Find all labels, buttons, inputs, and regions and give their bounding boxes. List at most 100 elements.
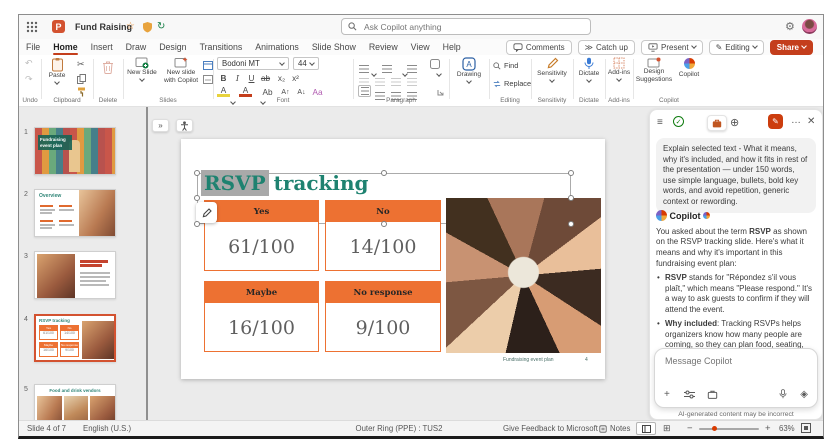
tab-transitions[interactable]: Transitions xyxy=(200,42,243,52)
slide-canvas[interactable]: RSVPtracking Yes 61/100 No 14/100 Maybe … xyxy=(181,139,605,379)
catch-up-button[interactable]: ≫ Catch up xyxy=(578,40,635,55)
highlight-color-icon[interactable]: A xyxy=(217,86,230,97)
rsvp-card-no[interactable]: No 14/100 xyxy=(325,200,441,271)
paragraph-dialog-launcher-icon[interactable] xyxy=(437,89,444,96)
font-name-combo[interactable]: Bodoni MT xyxy=(217,57,289,70)
tab-draw[interactable]: Draw xyxy=(126,42,147,52)
app-launcher-icon[interactable] xyxy=(26,21,38,33)
new-chat-icon[interactable]: ⊕ xyxy=(730,116,739,129)
slide-thumbnail-4-selected[interactable]: RSVP tracking Yes61/100 No14/100 Maybe16… xyxy=(34,314,116,362)
selection-handle[interactable] xyxy=(381,170,387,176)
delete-trash-icon[interactable] xyxy=(102,60,114,74)
selection-handle[interactable] xyxy=(194,195,200,201)
copilot-message-input-box[interactable]: + ◈ xyxy=(654,348,818,408)
language-indicator[interactable]: English (U.S.) xyxy=(83,424,131,433)
tab-home[interactable]: Home xyxy=(53,42,77,52)
document-title[interactable]: Fund Raising xyxy=(75,22,132,32)
rsvp-card-yes[interactable]: Yes 61/100 xyxy=(204,200,319,271)
format-painter-icon[interactable] xyxy=(77,87,86,97)
align-left-icon[interactable] xyxy=(358,85,371,97)
sensitivity-button[interactable]: Sensitivity xyxy=(533,57,571,86)
chevron-down-icon[interactable] xyxy=(436,71,442,77)
tab-view[interactable]: View xyxy=(411,42,430,52)
selected-text[interactable]: RSVP xyxy=(201,170,269,196)
comments-button[interactable]: Comments xyxy=(506,40,572,55)
slide-sorter-view-icon[interactable]: ⊞ xyxy=(663,423,671,434)
slide-title[interactable]: RSVPtracking xyxy=(201,171,369,195)
account-avatar[interactable] xyxy=(802,19,817,34)
share-button[interactable]: Share xyxy=(770,40,813,55)
copilot-message-input[interactable] xyxy=(663,355,811,367)
slide-layout-icon[interactable] xyxy=(203,61,213,70)
settings-gear-icon[interactable]: ⚙ xyxy=(785,20,795,33)
slide-thumbnail-3[interactable] xyxy=(34,251,116,299)
slide-thumbnail-5[interactable]: Food and drink vendors xyxy=(34,384,116,420)
cut-icon[interactable]: ✂ xyxy=(77,60,85,69)
notes-button[interactable]: Notes xyxy=(599,424,630,433)
zoom-in-button[interactable]: + xyxy=(765,423,771,434)
superscript-icon[interactable]: x² xyxy=(289,72,302,84)
zoom-out-button[interactable]: − xyxy=(687,423,693,434)
add-attachment-icon[interactable]: + xyxy=(664,389,670,400)
close-pane-icon[interactable]: ✕ xyxy=(807,116,815,127)
selection-handle[interactable] xyxy=(568,170,574,176)
undo-icon[interactable]: ↶ xyxy=(25,59,33,68)
options-sliders-icon[interactable] xyxy=(684,390,695,399)
tab-animations[interactable]: Animations xyxy=(255,42,299,52)
accessibility-checker-button[interactable] xyxy=(176,119,193,132)
dictate-button[interactable]: Dictate xyxy=(574,57,604,86)
slide-count-indicator[interactable]: Slide 4 of 7 xyxy=(27,424,66,433)
zoom-slider[interactable] xyxy=(699,428,759,430)
work-mode-briefcase-icon[interactable] xyxy=(707,390,718,399)
chat-menu-icon[interactable]: ≡ xyxy=(657,117,663,128)
subscript-icon[interactable]: x₂ xyxy=(275,72,288,84)
rsvp-card-maybe[interactable]: Maybe 16/100 xyxy=(204,281,319,352)
copy-icon[interactable] xyxy=(77,74,86,84)
find-button[interactable]: Find xyxy=(493,61,518,70)
underline-icon[interactable]: U xyxy=(245,72,258,84)
selection-handle[interactable] xyxy=(568,221,574,227)
tab-design[interactable]: Design xyxy=(159,42,186,52)
slide-thumbnail-2[interactable]: Overview xyxy=(34,189,116,237)
table-pen-button[interactable] xyxy=(196,202,217,223)
send-icon[interactable]: ◈ xyxy=(800,389,808,400)
new-slide-with-copilot-button[interactable]: New slide with Copilot xyxy=(161,57,201,85)
present-button[interactable]: Present xyxy=(641,40,703,55)
tab-review[interactable]: Review xyxy=(369,42,398,52)
work-tab[interactable] xyxy=(707,115,727,131)
fit-to-window-icon[interactable] xyxy=(801,423,811,433)
paste-button[interactable]: Paste xyxy=(44,57,70,88)
feedback-link[interactable]: Give Feedback to Microsoft xyxy=(503,424,598,433)
slide-thumbnail-1[interactable]: Fundraising event plan xyxy=(34,127,116,175)
zoom-slider-knob[interactable] xyxy=(712,426,717,431)
collapse-thumbnails-button[interactable]: » xyxy=(152,119,169,132)
redo-icon[interactable]: ↷ xyxy=(25,75,33,84)
text-direction-icon[interactable] xyxy=(430,59,440,69)
font-color-icon[interactable]: A xyxy=(239,86,252,97)
strikethrough-icon[interactable]: ab xyxy=(259,72,272,84)
tab-file[interactable]: File xyxy=(26,42,40,52)
panel-splitter[interactable] xyxy=(146,107,148,420)
selection-handle[interactable] xyxy=(568,195,574,201)
editing-mode-button[interactable]: ✎ Editing xyxy=(709,40,764,55)
microphone-icon[interactable] xyxy=(779,389,787,399)
replace-button[interactable]: Replace xyxy=(493,79,531,88)
tab-slide-show[interactable]: Slide Show xyxy=(312,42,356,52)
rsvp-card-no-response[interactable]: No response 9/100 xyxy=(325,281,441,352)
zoom-level[interactable]: 63% xyxy=(779,424,795,433)
more-options-icon[interactable]: … xyxy=(791,115,801,126)
reset-slide-icon[interactable] xyxy=(203,75,213,84)
font-size-combo[interactable]: 44 xyxy=(293,57,319,70)
selection-handle[interactable] xyxy=(194,170,200,176)
bold-icon[interactable]: B xyxy=(217,72,230,84)
slide-photo-children-circle[interactable] xyxy=(446,198,601,353)
copilot-button[interactable]: Copilot xyxy=(675,57,703,79)
italic-icon[interactable]: I xyxy=(231,72,244,84)
design-suggestions-button[interactable]: Design Suggestions xyxy=(635,57,673,84)
search-input[interactable] xyxy=(362,21,562,33)
drawing-button[interactable]: A Drawing xyxy=(452,57,486,87)
new-slide-button[interactable]: New Slide xyxy=(125,57,159,85)
normal-view-button[interactable] xyxy=(636,422,656,435)
copilot-search-box[interactable] xyxy=(341,18,591,35)
tab-help[interactable]: Help xyxy=(443,42,461,52)
